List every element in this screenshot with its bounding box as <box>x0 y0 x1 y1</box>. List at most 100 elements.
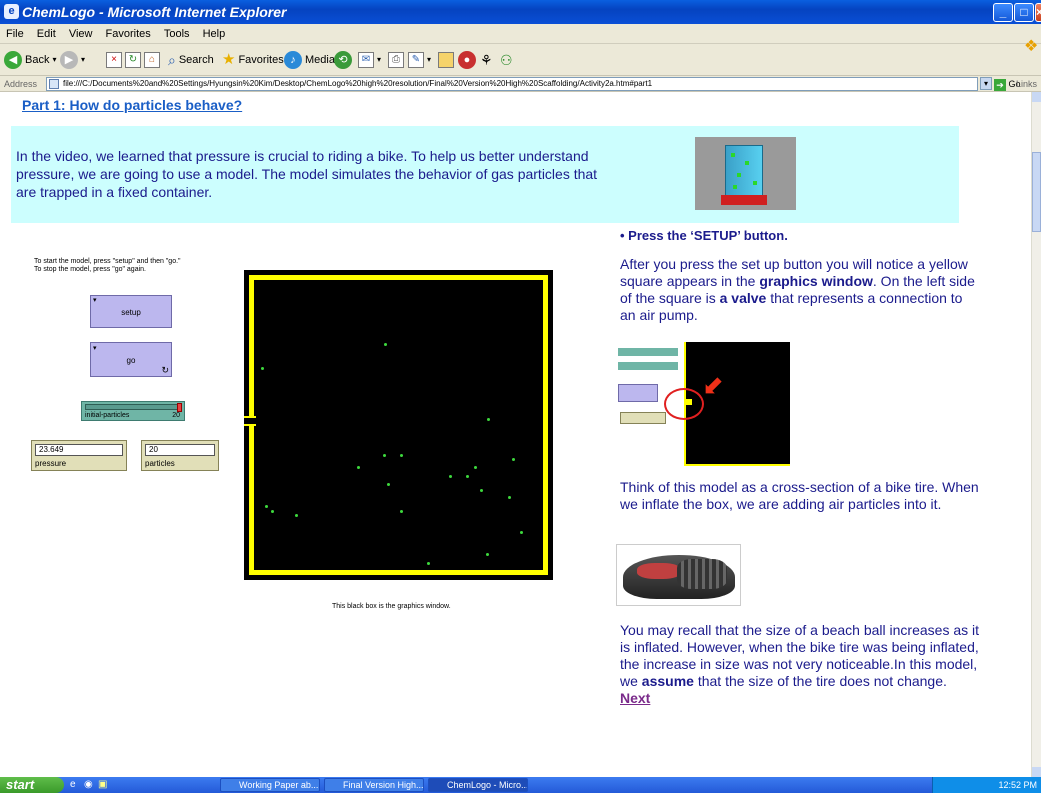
page-content: Part 1: How do particles behave? In the … <box>0 92 1031 777</box>
star-icon: ★ <box>222 51 236 68</box>
gas-particle <box>512 458 515 461</box>
search-icon: ⌕ <box>168 52 176 68</box>
gas-particle <box>449 475 452 478</box>
back-button[interactable]: ◀ Back ▾ <box>4 50 56 70</box>
part-heading[interactable]: Part 1: How do particles behave? <box>22 97 242 113</box>
gas-particle <box>466 475 469 478</box>
model-instructions: To start the model, press "setup" and th… <box>34 258 181 273</box>
gas-particle <box>487 418 490 421</box>
go-model-button[interactable]: ▾ go ↻ <box>90 342 172 377</box>
people-button[interactable]: ⚇ <box>500 50 513 70</box>
print-button[interactable]: ⎙ <box>388 50 404 70</box>
refresh-button[interactable]: ↻ <box>125 50 141 70</box>
task-working-paper[interactable]: Working Paper ab... <box>220 778 320 792</box>
address-bar: Address file:///C:/Documents%20and%20Set… <box>0 76 1041 92</box>
gas-particle <box>400 454 403 457</box>
minimize-button[interactable]: _ <box>993 3 1013 22</box>
folder-icon <box>438 52 454 68</box>
stop-button[interactable]: × <box>106 50 122 70</box>
close-button[interactable]: × <box>1035 3 1041 22</box>
menu-file[interactable]: File <box>6 28 24 40</box>
research-button[interactable]: ● <box>458 50 476 70</box>
gas-particle <box>357 466 360 469</box>
windows-flag-icon: ❖ <box>1024 38 1039 55</box>
menu-view[interactable]: View <box>69 28 93 40</box>
container-model-image <box>695 137 796 210</box>
slider-label: initial-particles <box>85 412 130 419</box>
initial-particles-slider[interactable]: initial-particles 20 <box>81 401 185 421</box>
edit-icon: ✎ <box>408 52 424 68</box>
dropdown-arrow-icon: ▾ <box>377 55 382 64</box>
slider-track[interactable] <box>85 403 182 412</box>
assumption-text: You may recall that the size of a beach … <box>620 622 980 706</box>
gas-particle <box>295 514 298 517</box>
messenger-button[interactable]: ⚘ <box>480 50 493 70</box>
links-button[interactable]: Links <box>1016 76 1037 92</box>
dropdown-arrow-icon: ▾ <box>427 55 432 64</box>
vertical-scrollbar[interactable] <box>1031 92 1041 777</box>
history-icon: ⟲ <box>334 51 352 69</box>
pressure-monitor: 23.649 pressure <box>31 440 127 471</box>
container-walls <box>249 275 548 575</box>
media-button[interactable]: ♪ Media <box>284 50 335 70</box>
pressure-value: 23.649 <box>35 444 123 456</box>
history-button[interactable]: ⟲ <box>334 50 352 70</box>
slider-handle[interactable] <box>177 403 182 412</box>
menu-tools[interactable]: Tools <box>164 28 190 40</box>
scroll-up-icon[interactable] <box>1032 92 1041 102</box>
gas-particle <box>486 553 489 556</box>
home-icon: ⌂ <box>144 52 160 68</box>
window-title-bar[interactable]: e ChemLogo - Microsoft Internet Explorer… <box>0 0 1041 24</box>
gas-particle <box>271 510 274 513</box>
particles-label: particles <box>145 459 175 468</box>
stop-icon: × <box>106 52 122 68</box>
button-indicator-icon: ▾ <box>93 345 97 352</box>
refresh-icon: ↻ <box>125 52 141 68</box>
quick-launch-media-icon[interactable]: ◉ <box>84 779 93 790</box>
tire-analogy-text: Think of this model as a cross-section o… <box>620 479 979 512</box>
edit-button[interactable]: ✎ ▾ <box>408 50 431 70</box>
start-button[interactable]: start <box>0 777 64 793</box>
tire-image <box>616 544 741 606</box>
valve-illustration: ⬋ <box>616 342 790 466</box>
menu-bar: File Edit View Favorites Tools Help <box>0 24 1041 44</box>
home-button[interactable]: ⌂ <box>144 50 160 70</box>
intro-text: In the video, we learned that pressure i… <box>16 148 598 200</box>
go-arrow-icon: ➔ <box>994 78 1006 91</box>
gas-particle <box>400 510 403 513</box>
media-icon: ♪ <box>284 51 302 69</box>
page-icon <box>49 79 59 89</box>
quick-launch-desktop-icon[interactable]: ▣ <box>98 779 107 790</box>
task-final-version[interactable]: Final Version High... <box>324 778 424 792</box>
menu-favorites[interactable]: Favorites <box>106 28 151 40</box>
search-button[interactable]: ⌕ Search <box>168 50 214 70</box>
next-link[interactable]: Next <box>620 690 650 706</box>
mail-button[interactable]: ✉ ▾ <box>358 50 381 70</box>
scroll-down-icon[interactable] <box>1032 767 1041 777</box>
address-input[interactable]: file:///C:/Documents%20and%20Settings/Hy… <box>46 77 978 91</box>
slider-value: 20 <box>172 412 180 419</box>
discuss-button[interactable] <box>438 50 454 70</box>
quick-launch-ie-icon[interactable]: e <box>70 779 76 790</box>
valve <box>244 416 256 426</box>
scroll-thumb[interactable] <box>1032 152 1041 232</box>
setup-button[interactable]: ▾ setup <box>90 295 172 328</box>
research-icon: ● <box>458 51 476 69</box>
menu-help[interactable]: Help <box>203 28 226 40</box>
favorites-button[interactable]: ★ Favorites <box>222 50 284 70</box>
gas-particle <box>384 343 387 346</box>
dropdown-arrow-icon: ▾ <box>81 55 86 64</box>
particles-monitor: 20 particles <box>141 440 219 471</box>
window-title: ChemLogo - Microsoft Internet Explorer <box>22 4 287 20</box>
back-arrow-icon: ◀ <box>4 51 22 69</box>
gas-particle <box>508 496 511 499</box>
address-dropdown-icon[interactable]: ▾ <box>980 77 992 90</box>
task-chemlogo[interactable]: ChemLogo - Micro... <box>428 778 528 792</box>
clock[interactable]: 12:52 PM <box>998 780 1037 790</box>
maximize-button[interactable]: □ <box>1014 3 1034 22</box>
forward-button[interactable]: ▶ ▾ <box>60 50 85 70</box>
forward-arrow-icon: ▶ <box>60 51 78 69</box>
graphics-window[interactable] <box>244 270 553 580</box>
step-heading: • Press the ‘SETUP’ button. <box>620 228 788 243</box>
menu-edit[interactable]: Edit <box>37 28 56 40</box>
